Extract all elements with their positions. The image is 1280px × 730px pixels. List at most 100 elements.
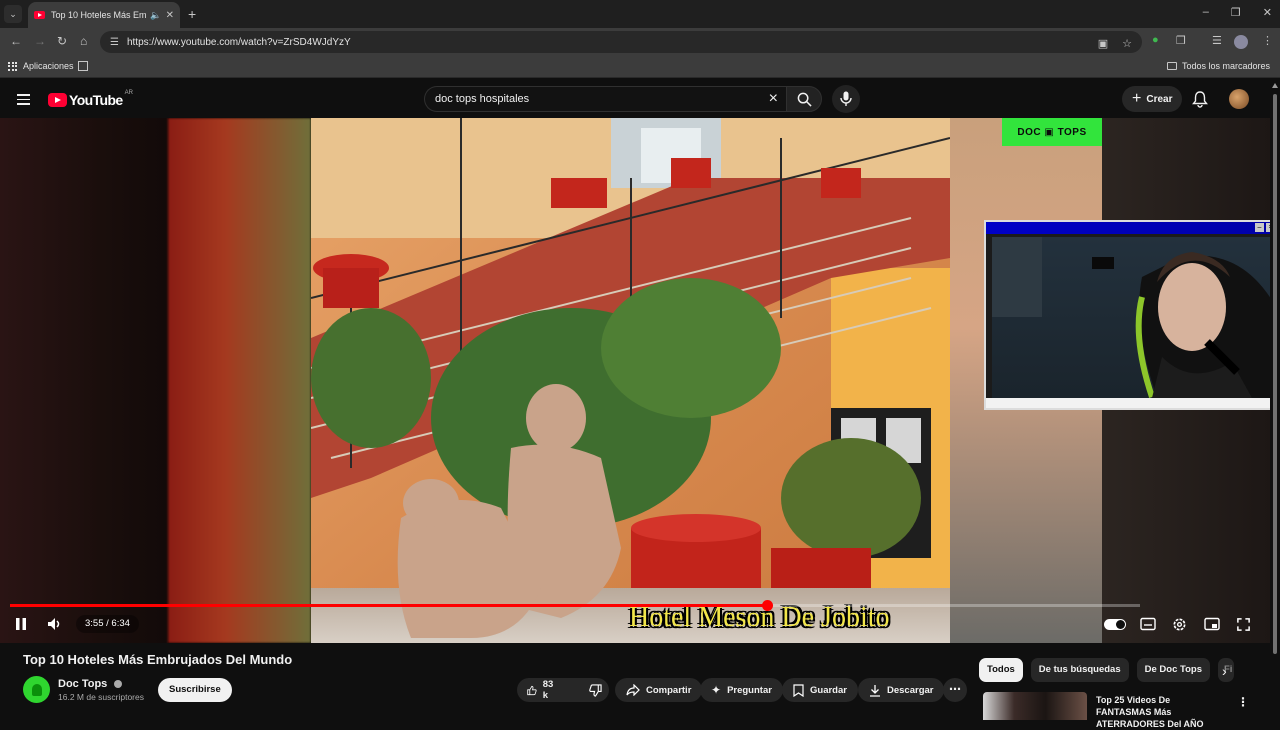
site-info-icon[interactable]: ☰ xyxy=(110,37,119,48)
channel-avatar[interactable] xyxy=(23,676,50,703)
address-bar[interactable]: ☰ https://www.youtube.com/watch?v=ZrSD4W… xyxy=(100,31,1142,53)
extension-icon[interactable]: ● xyxy=(1152,34,1159,46)
reload-icon[interactable]: ↻ xyxy=(57,34,67,48)
download-label: Descargar xyxy=(887,684,934,696)
profile-avatar[interactable] xyxy=(1234,35,1248,49)
video-title: Top 10 Hoteles Más Embrujados Del Mundo xyxy=(23,652,293,667)
tab-search-icon[interactable]: ⌄ xyxy=(4,5,22,23)
channel-watermark[interactable]: DOC ▣ TOPS xyxy=(1002,118,1102,146)
scroll-up-icon[interactable] xyxy=(1272,83,1278,88)
youtube-play-icon xyxy=(48,93,67,107)
webcam-titlebar: – × xyxy=(986,222,1270,234)
save-button[interactable]: Guardar xyxy=(782,678,858,702)
close-window-icon[interactable]: ✕ xyxy=(1263,6,1272,19)
recommended-thumbnail[interactable] xyxy=(983,692,1087,720)
omnibox-actions: ▣ ☆ xyxy=(1098,37,1132,50)
download-button[interactable]: Descargar xyxy=(858,678,945,702)
fullscreen-icon[interactable] xyxy=(1236,617,1251,632)
dislike-button[interactable] xyxy=(579,678,612,702)
bookmarks-bar: Aplicaciones Todos los marcadores xyxy=(0,56,1280,78)
settings-icon[interactable] xyxy=(1172,617,1187,632)
all-bookmarks[interactable]: Todos los marcadores xyxy=(1166,61,1270,71)
apps-grid-icon xyxy=(8,61,17,71)
save-label: Guardar xyxy=(810,684,847,696)
miniplayer-icon[interactable] xyxy=(1204,617,1220,631)
webcam-minimize-icon: – xyxy=(1255,223,1264,232)
logo-text: YouTube xyxy=(69,92,123,108)
search-button[interactable] xyxy=(786,86,822,112)
webcam-overlay-window: – × xyxy=(984,220,1270,410)
chip-from-channel[interactable]: De Doc Tops xyxy=(1136,658,1210,682)
volume-icon[interactable] xyxy=(47,617,63,631)
share-button[interactable]: Compartir xyxy=(615,678,703,702)
like-count: 83 k xyxy=(542,679,554,701)
menu-icon[interactable] xyxy=(17,94,30,105)
webcam-feed xyxy=(992,237,1270,398)
ask-label: Preguntar xyxy=(727,684,772,696)
bell-icon[interactable] xyxy=(1192,91,1208,108)
progress-played xyxy=(10,604,768,607)
chip-todos[interactable]: Todos xyxy=(979,658,1023,682)
url-text[interactable]: https://www.youtube.com/watch?v=ZrSD4WJd… xyxy=(127,37,351,48)
bookmark-star-icon[interactable]: ☆ xyxy=(1122,37,1132,50)
country-code: AR xyxy=(124,90,133,96)
chevron-right-icon[interactable]: › xyxy=(1222,663,1227,679)
search-input[interactable]: doc tops hospitales × xyxy=(424,86,786,112)
like-button[interactable]: 83 k xyxy=(517,678,567,702)
ask-button[interactable]: ✦ Preguntar xyxy=(700,678,783,702)
search-query[interactable]: doc tops hospitales xyxy=(435,93,529,105)
channel-name[interactable]: Doc Tops xyxy=(58,678,107,690)
youtube-logo[interactable]: YouTube AR xyxy=(48,90,133,108)
webcam-bottom-bar xyxy=(986,398,1270,408)
video-frame-hotel-courtyard xyxy=(311,118,950,643)
plus-icon: + xyxy=(1132,90,1142,107)
progress-bar[interactable] xyxy=(10,600,1140,611)
recommended-menu-icon[interactable]: ⋮ xyxy=(1237,695,1249,709)
browser-menu-icon[interactable]: ⋮ xyxy=(1262,34,1273,47)
tab-close-icon[interactable]: ✕ xyxy=(166,10,174,21)
back-icon[interactable]: ← xyxy=(10,34,22,48)
more-actions-icon[interactable]: ⋯ xyxy=(943,678,967,702)
like-icon xyxy=(527,685,537,695)
reading-list-icon[interactable]: ☰ xyxy=(1212,34,1222,47)
bookmark-apps[interactable]: Aplicaciones xyxy=(8,61,74,71)
tab-title: Top 10 Hoteles Más Embrujados Del Mundo … xyxy=(51,10,147,20)
recommended-title[interactable]: Top 25 Videos De FANTASMAS Más ATERRADOR… xyxy=(1096,694,1226,730)
home-icon[interactable]: ⌂ xyxy=(80,34,87,48)
browser-toolbar: ← → ↻ ⌂ ☰ https://www.youtube.com/watch?… xyxy=(0,28,1280,56)
voice-search-button[interactable] xyxy=(832,85,860,113)
ambient-left xyxy=(0,118,168,643)
chip-from-searches[interactable]: De tus búsquedas xyxy=(1030,658,1129,682)
browser-tab-active[interactable]: Top 10 Hoteles Más Embrujados Del Mundo … xyxy=(28,2,180,28)
dislike-icon xyxy=(588,683,602,697)
time-display: 3:55 / 6:34 xyxy=(76,615,139,633)
channel-name-row[interactable]: Doc Tops xyxy=(58,678,123,690)
create-button[interactable]: + Crear xyxy=(1122,86,1183,112)
like-dislike-group: 83 k xyxy=(517,678,609,702)
related-filter-chips: Todos De tus búsquedas De Doc Tops Fi xyxy=(979,658,1234,682)
video-frame-left-edge xyxy=(168,118,311,643)
tab-groups-icon[interactable] xyxy=(78,61,88,71)
install-app-icon[interactable]: ▣ xyxy=(1098,37,1108,50)
pause-icon[interactable] xyxy=(14,617,28,631)
user-avatar[interactable] xyxy=(1229,89,1249,109)
tab-audio-icon[interactable]: 🔈 xyxy=(150,10,161,21)
subscribe-button[interactable]: Suscribirse xyxy=(158,678,232,702)
autoplay-toggle[interactable] xyxy=(1104,619,1126,630)
share-label: Compartir xyxy=(646,684,692,696)
new-tab-icon[interactable]: + xyxy=(188,6,196,22)
maximize-icon[interactable]: ❐ xyxy=(1231,6,1241,19)
scrollbar-thumb[interactable] xyxy=(1273,94,1277,654)
clear-search-icon[interactable]: × xyxy=(769,90,778,108)
verified-icon xyxy=(114,680,123,689)
browser-tab-strip: ⌄ Top 10 Hoteles Más Embrujados Del Mund… xyxy=(0,0,1280,28)
video-player[interactable]: DOC ▣ TOPS Hotel Meson De Jobito – × 3:5… xyxy=(0,118,1270,643)
all-bookmarks-label: Todos los marcadores xyxy=(1181,61,1270,71)
share-icon xyxy=(626,684,640,696)
page-scrollbar[interactable] xyxy=(1270,80,1280,720)
subtitles-icon[interactable] xyxy=(1140,617,1156,631)
forward-icon[interactable]: → xyxy=(34,34,46,48)
minimize-icon[interactable]: – xyxy=(1203,6,1209,19)
streamer-image xyxy=(992,237,1270,398)
extensions-puzzle-icon[interactable]: ❒ xyxy=(1176,34,1186,47)
